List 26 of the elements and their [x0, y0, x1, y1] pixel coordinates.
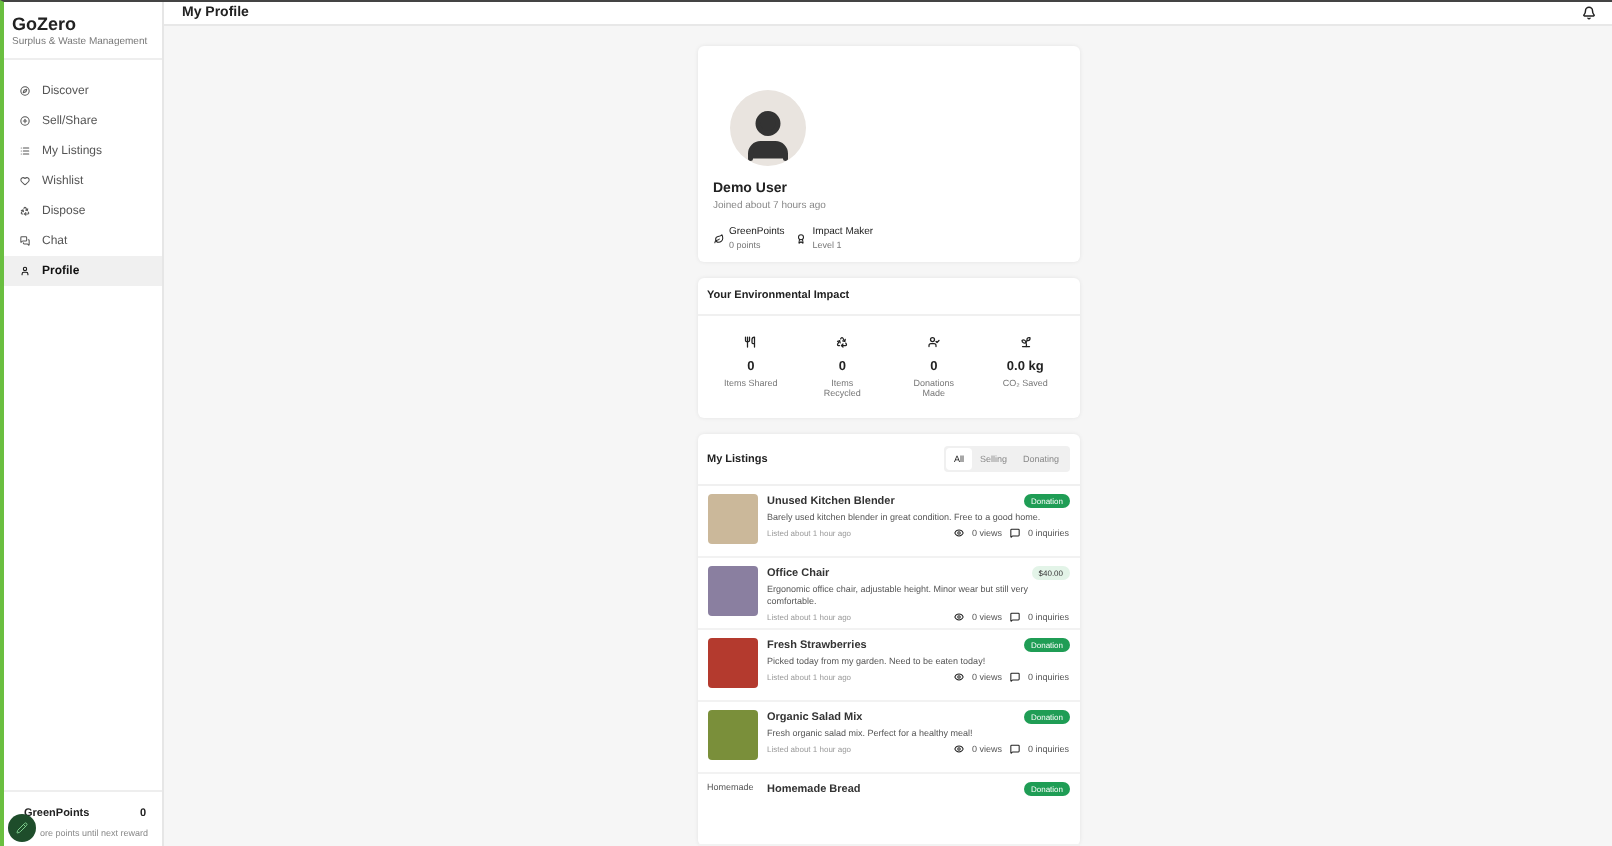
eye-icon [953, 671, 964, 682]
recycle-icon [836, 336, 849, 348]
brand-name: GoZero [12, 14, 79, 34]
eye-icon [953, 611, 964, 622]
compass-icon [20, 86, 30, 96]
eye-icon [953, 527, 964, 538]
award-icon [796, 233, 807, 243]
edit-button[interactable] [8, 814, 36, 842]
plus-circle-icon [20, 116, 30, 126]
avatar-placeholder [729, 90, 805, 166]
chat-bubbles-icon [20, 236, 30, 246]
sprout-icon [1019, 336, 1032, 348]
eye-icon [953, 743, 964, 754]
leaf-icon [713, 233, 723, 243]
person-check-icon [927, 336, 940, 348]
chat-bubble-icon [1009, 611, 1020, 622]
heart-icon [20, 176, 30, 186]
chat-bubble-icon [1009, 743, 1020, 754]
chat-bubble-icon [1009, 671, 1020, 682]
bell-icon [1582, 6, 1596, 20]
utensils-icon [744, 336, 757, 348]
recycle-icon [20, 206, 30, 216]
list-icon [20, 146, 30, 156]
chat-bubble-icon [1009, 527, 1020, 538]
person-icon [20, 266, 30, 276]
pencil-icon [16, 822, 28, 834]
